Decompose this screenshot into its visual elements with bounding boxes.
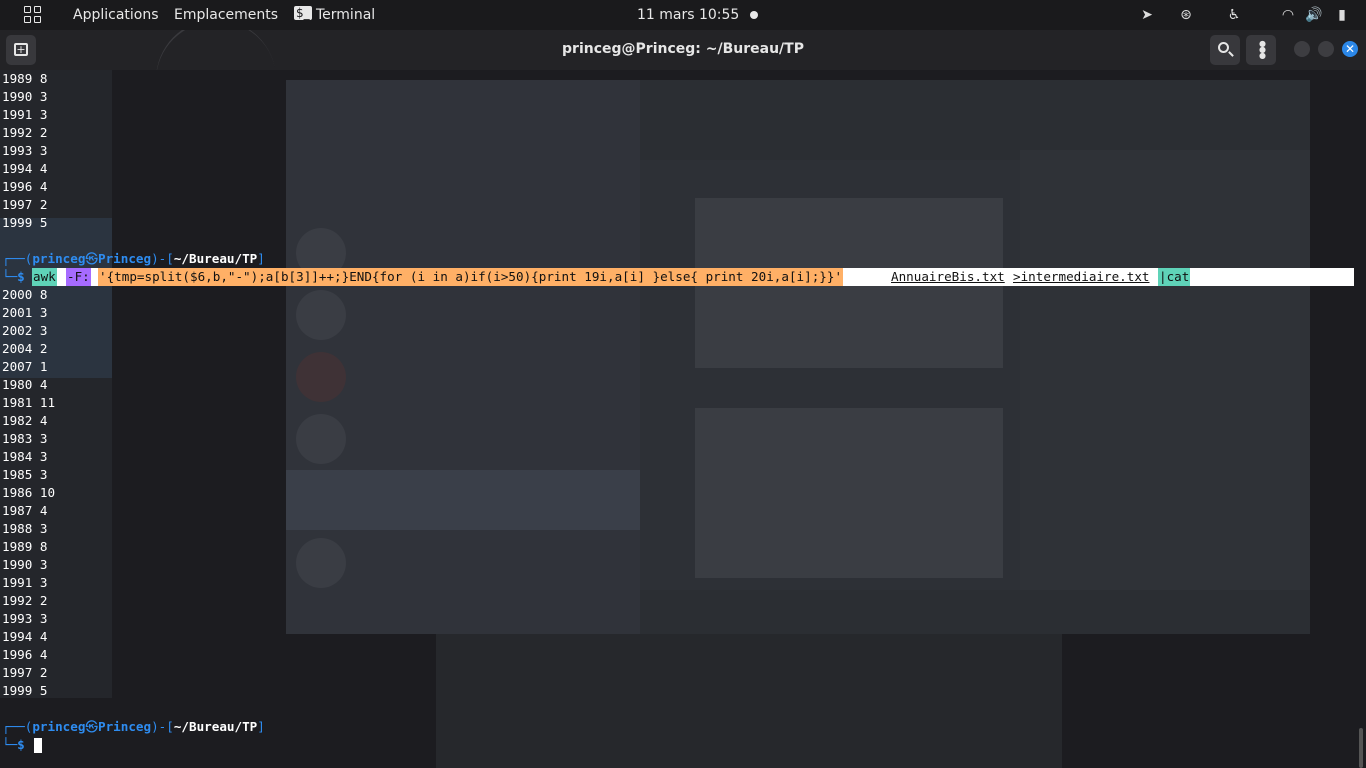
output-line: 1992 2 (2, 593, 48, 608)
prompt-line-2[interactable]: └─$ (2, 736, 42, 754)
volume-icon[interactable]: 🔊 (1305, 6, 1323, 24)
output-line: 2007 1 (2, 359, 48, 374)
output-line: 1994 4 (2, 629, 48, 644)
output-line: 1989 8 (2, 71, 48, 86)
close-button[interactable]: ✕ (1342, 41, 1358, 57)
cmd-pipe-cat: |cat (1158, 268, 1191, 286)
prompt-host: Princeg (98, 251, 152, 266)
output-line: 1993 3 (2, 611, 48, 626)
terminal-app-icon: $_ (294, 6, 312, 20)
output-line: 1983 3 (2, 431, 48, 446)
clock[interactable]: 11 mars 10:55 (637, 7, 739, 23)
prompt-separator: ㉿ (85, 719, 99, 734)
output-line: 1991 3 (2, 107, 48, 122)
output-line: 1999 5 (2, 683, 48, 698)
wifi-icon[interactable]: ◠ (1279, 6, 1297, 24)
prompt-separator: ㉿ (85, 251, 99, 266)
output-line: 1999 5 (2, 215, 48, 230)
output-line: 1994 4 (2, 161, 48, 176)
cmd-output-redirect: >intermediaire.txt (1012, 268, 1151, 286)
output-line: 2001 3 (2, 305, 48, 320)
search-button[interactable] (1210, 35, 1240, 65)
terminal-view[interactable]: 1989 8 1990 3 1991 3 1992 2 1993 3 1994 … (0, 70, 1356, 768)
output-line: 2002 3 (2, 323, 48, 338)
output-line: 2000 8 (2, 287, 48, 302)
output-line: 1984 3 (2, 449, 48, 464)
terminal-text: 1989 8 1990 3 1991 3 1992 2 1993 3 1994 … (2, 70, 1354, 768)
terminal-app-menu[interactable]: Terminal (316, 7, 375, 23)
menu-button[interactable]: ● ● ● (1246, 35, 1276, 65)
output-line: 1997 2 (2, 197, 48, 212)
accessibility-icon[interactable]: ♿ (1225, 6, 1243, 24)
output-line: 1981 11 (2, 395, 56, 410)
output-line: 1987 4 (2, 503, 48, 518)
places-menu[interactable]: Emplacements (174, 7, 278, 23)
scrollbar-thumb[interactable] (1359, 728, 1363, 768)
output-line: 1990 3 (2, 557, 48, 572)
output-line: 1986 10 (2, 485, 56, 500)
window-titlebar[interactable]: + princeg@Princeg: ~/Bureau/TP ● ● ● ✕ (0, 30, 1366, 70)
search-icon (1218, 42, 1229, 53)
prompt-path: ~/Bureau/TP (173, 719, 258, 734)
prompt-user: princeg (32, 251, 86, 266)
notification-dot-icon (750, 11, 758, 19)
applications-menu[interactable]: Applications (73, 7, 159, 23)
output-line: 1993 3 (2, 143, 48, 158)
prompt-line-1: └─$ (2, 269, 25, 284)
output-line: 1992 2 (2, 125, 48, 140)
kebab-menu-icon: ● ● ● (1259, 39, 1266, 60)
close-icon: ✕ (1344, 42, 1356, 56)
output-line: 1988 3 (2, 521, 48, 536)
output-line: 1991 3 (2, 575, 48, 590)
telegram-icon[interactable]: ➤ (1138, 6, 1156, 24)
output-line: 1989 8 (2, 539, 48, 554)
prompt-user: princeg (32, 719, 86, 734)
cmd-flag: -F: (66, 268, 91, 286)
output-line: 1996 4 (2, 179, 48, 194)
output-line: 2004 2 (2, 341, 48, 356)
output-line: 1990 3 (2, 89, 48, 104)
output-line: 1996 4 (2, 647, 48, 662)
output-line: 1985 3 (2, 467, 48, 482)
output-line: 1980 4 (2, 377, 48, 392)
prompt-header: ┌──(princeg㉿Princeg)-[~/Bureau/TP] (2, 719, 265, 734)
app-grid-icon[interactable] (24, 6, 42, 24)
battery-icon[interactable]: ▮ (1333, 6, 1351, 24)
prompt-host: Princeg (98, 719, 152, 734)
minimize-button[interactable] (1294, 41, 1310, 57)
output-line: 1982 4 (2, 413, 48, 428)
text-cursor (34, 738, 42, 753)
prompt-header: ┌──(princeg㉿Princeg)-[~/Bureau/TP] (2, 251, 265, 266)
top-panel: Applications Emplacements $_ Terminal 11… (0, 0, 1366, 30)
cmd-awk: awk (32, 268, 57, 286)
output-line: 1997 2 (2, 665, 48, 680)
cmd-input-file: AnnuaireBis.txt (890, 268, 1006, 286)
command-highlight: awk -F: '{tmp=split($6,b,"-");a[b[3]]++;… (32, 268, 1354, 286)
background-ghost (0, 70, 1356, 768)
prompt-path: ~/Bureau/TP (173, 251, 258, 266)
cmd-awk-program: '{tmp=split($6,b,"-");a[b[3]]++;}END{for… (98, 268, 844, 286)
window-title: princeg@Princeg: ~/Bureau/TP (562, 41, 804, 57)
vpn-icon[interactable]: ⊛ (1177, 6, 1195, 24)
terminal-scrollbar[interactable] (1356, 70, 1366, 768)
maximize-button[interactable] (1318, 41, 1334, 57)
